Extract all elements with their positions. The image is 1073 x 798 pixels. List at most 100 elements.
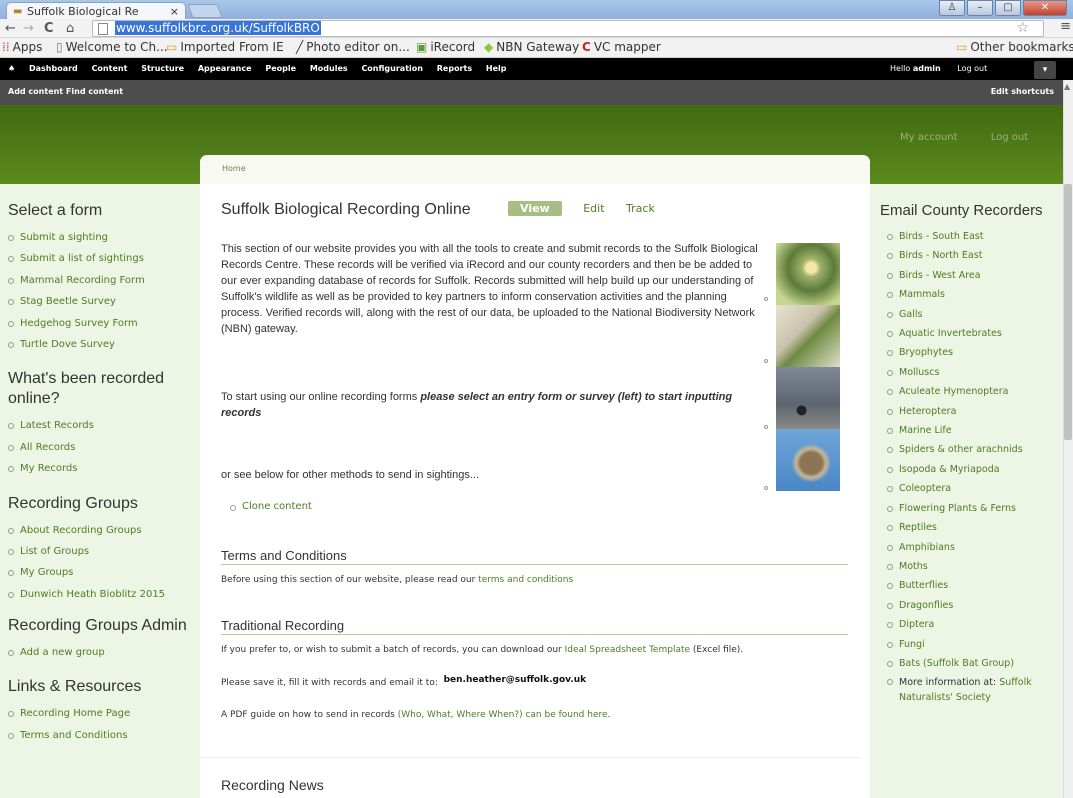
recorder-item[interactable]: Birds - South East: [887, 227, 1063, 246]
bookmark-nbn[interactable]: ◆ NBN Gateway: [484, 38, 579, 57]
tab-edit[interactable]: Edit: [583, 202, 604, 215]
address-bar[interactable]: www.suffolkbrc.org.uk/SuffolkBRO ☆: [92, 20, 1044, 37]
sidebar-item-turtle-dove[interactable]: Turtle Dove Survey: [8, 334, 200, 355]
recorder-item[interactable]: Birds - North East: [887, 246, 1063, 265]
recorder-item[interactable]: Spiders & other arachnids: [887, 440, 1063, 459]
bookmark-other[interactable]: ▭ Other bookmarks: [956, 38, 1073, 57]
sidebar-item-add-group[interactable]: Add a new group: [8, 642, 200, 663]
sidebar-item-dunwich[interactable]: Dunwich Heath Bioblitz 2015: [8, 584, 178, 602]
recorder-item[interactable]: Amphibians: [887, 538, 1063, 557]
bookmark-irecord[interactable]: ▣ iRecord: [416, 38, 475, 57]
spreadsheet-link[interactable]: Ideal Spreadsheet Template: [565, 645, 690, 655]
user-icon[interactable]: ♙: [939, 0, 965, 16]
shortcut-links[interactable]: Add content Find content: [8, 87, 123, 96]
tab-track[interactable]: Track: [626, 202, 655, 215]
page-title: Suffolk Biological Recording Online: [221, 201, 471, 218]
sidebar-item-my-records[interactable]: My Records: [8, 458, 200, 479]
bookmark-vc-mapper[interactable]: C VC mapper: [582, 38, 661, 57]
sidebar-item-terms[interactable]: Terms and Conditions: [8, 725, 200, 746]
admin-menu-structure[interactable]: Structure: [141, 64, 184, 73]
news-heading: Recording News: [221, 777, 324, 793]
page-tabs: View Edit Track: [508, 201, 673, 216]
admin-menu-modules[interactable]: Modules: [310, 64, 348, 73]
sidebar-item-about-groups[interactable]: About Recording Groups: [8, 520, 200, 541]
recorder-item[interactable]: Marine Life: [887, 421, 1063, 440]
recorder-item[interactable]: Bryophytes: [887, 343, 1063, 362]
admin-menu-help[interactable]: Help: [486, 64, 507, 73]
star-icon[interactable]: ☆: [1016, 21, 1029, 36]
recorders-heading: Email County Recorders: [880, 202, 1043, 219]
bookmark-welcome[interactable]: ▯ Welcome to Ch...: [56, 38, 168, 57]
recorder-item[interactable]: Aculeate Hymenoptera: [887, 382, 1063, 401]
admin-menu-reports[interactable]: Reports: [437, 64, 472, 73]
tab-view[interactable]: View: [508, 201, 562, 216]
bookmark-imported[interactable]: ▭ Imported From IE: [166, 38, 284, 57]
terms-heading: Terms and Conditions: [221, 548, 848, 565]
admin-menu-content[interactable]: Content: [92, 64, 128, 73]
forward-icon[interactable]: →: [23, 20, 34, 37]
pdf-guide-link[interactable]: (Who, What, Where When?) can be found he…: [398, 710, 608, 720]
recorder-item[interactable]: Heteroptera: [887, 402, 1063, 421]
pencil-icon: ╱: [296, 40, 304, 54]
recorder-item[interactable]: Coleoptera: [887, 479, 1063, 498]
recorder-item[interactable]: Diptera: [887, 615, 1063, 634]
account-links: My account Log out: [900, 132, 1058, 143]
home-icon[interactable]: ♠: [8, 64, 15, 73]
insect-photo: [776, 305, 840, 367]
recorder-item[interactable]: Dragonflies: [887, 596, 1063, 615]
recorder-item[interactable]: Isopoda & Myriapoda: [887, 460, 1063, 479]
sidebar-heading-select-form: Select a form: [8, 202, 103, 219]
photo-strip: [776, 243, 840, 491]
my-account-link[interactable]: My account: [900, 132, 958, 143]
shortcut-toggle-icon[interactable]: ▾: [1034, 61, 1056, 79]
clone-content-link[interactable]: Clone content: [230, 501, 312, 512]
sidebar-item-submit-sighting[interactable]: Submit a sighting: [8, 227, 200, 248]
apps-icon: ⁞⁞: [2, 40, 10, 54]
recorder-item[interactable]: Reptiles: [887, 518, 1063, 537]
close-window-icon[interactable]: ✕: [1023, 0, 1067, 16]
recorder-item[interactable]: Flowering Plants & Ferns: [887, 499, 1063, 518]
url-text: www.suffolkbrc.org.uk/SuffolkBRO: [115, 21, 321, 35]
browser-tab[interactable]: ▬ Suffolk Biological Re ×: [6, 2, 186, 20]
admin-greeting: Hello admin Log out: [890, 64, 988, 73]
header-logout-link[interactable]: Log out: [991, 132, 1028, 143]
minimize-icon[interactable]: –: [967, 0, 993, 16]
sidebar-item-all-records[interactable]: All Records: [8, 437, 200, 458]
sidebar-item-list-groups[interactable]: List of Groups: [8, 541, 200, 562]
recorder-item[interactable]: Galls: [887, 305, 1063, 324]
sidebar-item-mammal-form[interactable]: Mammal Recording Form: [8, 270, 200, 291]
admin-menu-people[interactable]: People: [265, 64, 296, 73]
new-tab-button[interactable]: [187, 4, 223, 18]
breadcrumb-home[interactable]: Home: [222, 164, 246, 173]
home-icon[interactable]: ⌂: [66, 20, 74, 37]
bookmark-photo-editor[interactable]: ╱ Photo editor on...: [296, 38, 410, 57]
recorder-item[interactable]: Butterflies: [887, 576, 1063, 595]
scrollbar-thumb[interactable]: [1064, 184, 1072, 440]
recorder-item[interactable]: Mammals: [887, 285, 1063, 304]
terms-link[interactable]: terms and conditions: [478, 575, 573, 585]
menu-icon[interactable]: ≡: [1060, 19, 1071, 34]
recorder-item[interactable]: Birds - West Area: [887, 266, 1063, 285]
sidebar-item-latest-records[interactable]: Latest Records: [8, 415, 200, 436]
maximize-icon[interactable]: ▢: [995, 0, 1021, 16]
admin-logout-link[interactable]: Log out: [957, 64, 987, 73]
sidebar-item-stag-beetle[interactable]: Stag Beetle Survey: [8, 291, 200, 312]
sidebar-item-my-groups[interactable]: My Groups: [8, 562, 200, 583]
sidebar-item-hedgehog[interactable]: Hedgehog Survey Form: [8, 313, 200, 334]
tab-close-icon[interactable]: ×: [170, 5, 179, 18]
scroll-up-icon[interactable]: ▲: [1064, 82, 1070, 91]
admin-menu-dashboard[interactable]: Dashboard: [29, 64, 78, 73]
recorder-item[interactable]: Bats (Suffolk Bat Group): [887, 654, 1063, 673]
admin-menu-appearance[interactable]: Appearance: [198, 64, 252, 73]
sidebar-item-recording-home[interactable]: Recording Home Page: [8, 703, 200, 724]
bookmark-apps[interactable]: ⁞⁞ Apps: [2, 38, 42, 57]
recorder-item[interactable]: Molluscs: [887, 363, 1063, 382]
admin-menu-configuration[interactable]: Configuration: [361, 64, 423, 73]
sidebar-item-submit-list[interactable]: Submit a list of sightings: [8, 248, 200, 269]
back-icon[interactable]: ←: [5, 20, 16, 37]
reload-icon[interactable]: C: [44, 20, 54, 37]
recorder-item[interactable]: Aquatic Invertebrates: [887, 324, 1063, 343]
edit-shortcuts-link[interactable]: Edit shortcuts: [991, 87, 1054, 96]
recorder-item[interactable]: Fungi: [887, 635, 1063, 654]
recorder-item[interactable]: Moths: [887, 557, 1063, 576]
